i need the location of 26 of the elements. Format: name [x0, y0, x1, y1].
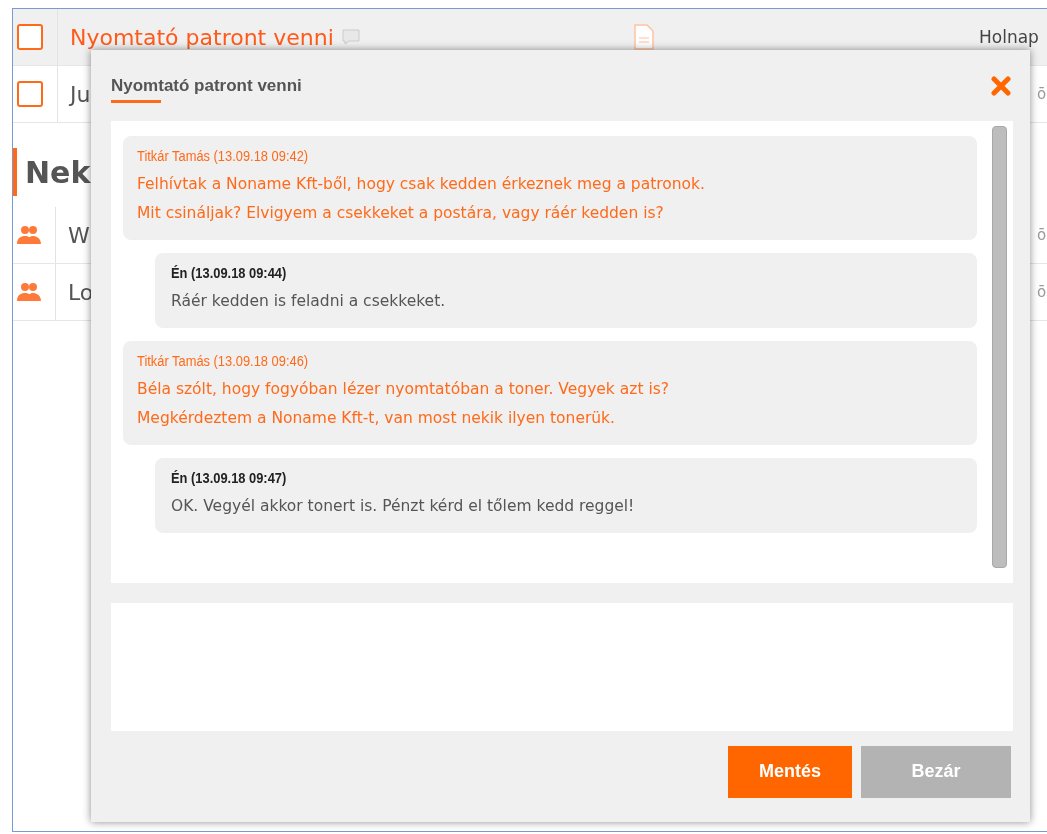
due-date: Holnap [979, 27, 1040, 47]
task-checkbox[interactable] [17, 81, 43, 107]
message-text: Béla szólt, hogy fogyóban lézer nyomtatóban a toner. Vegyek azt is? [137, 378, 670, 400]
message-author: Titkár Tamás (13.09.18 09:42) [137, 147, 310, 164]
message-text: Mit csináljak? Elvigyem a csekkeket a postára, vagy ráér kedden is? [137, 202, 665, 224]
message-text: Ráér kedden is feladni a csekkeket. [171, 290, 447, 312]
task-title[interactable]: Ju [70, 81, 91, 107]
close-icon[interactable] [991, 76, 1011, 96]
section-heading: Nek [25, 154, 91, 190]
scrollbar[interactable] [992, 125, 1007, 568]
document-icon[interactable] [634, 24, 655, 50]
task-checkbox[interactable] [17, 24, 43, 50]
message-author: Én (13.09.18 09:47) [171, 469, 288, 486]
message-author: Titkár Tamás (13.09.18 09:46) [137, 352, 310, 369]
message-text: OK. Vegyél akkor tonert is. Pénzt kérd el tőlem kedd reggel! [171, 495, 636, 517]
due-date: ō [1037, 85, 1047, 103]
comment-icon[interactable] [341, 29, 360, 45]
people-icon [17, 224, 41, 246]
meeting-title[interactable]: W [68, 222, 90, 248]
message-text: Megkérdeztem a Noname Kft-t, van most nekik ilyen tonerük. [137, 407, 617, 429]
due-date: ō [1037, 283, 1047, 301]
people-icon [17, 281, 41, 303]
due-date: ō [1037, 226, 1047, 244]
message-text: Felhívtak a Noname Kft-ből, hogy csak kedden érkeznek meg a patronok. [137, 173, 706, 195]
message-author: Én (13.09.18 09:44) [171, 264, 288, 281]
dialog-title: Nyomtató patront venni [111, 76, 302, 95]
